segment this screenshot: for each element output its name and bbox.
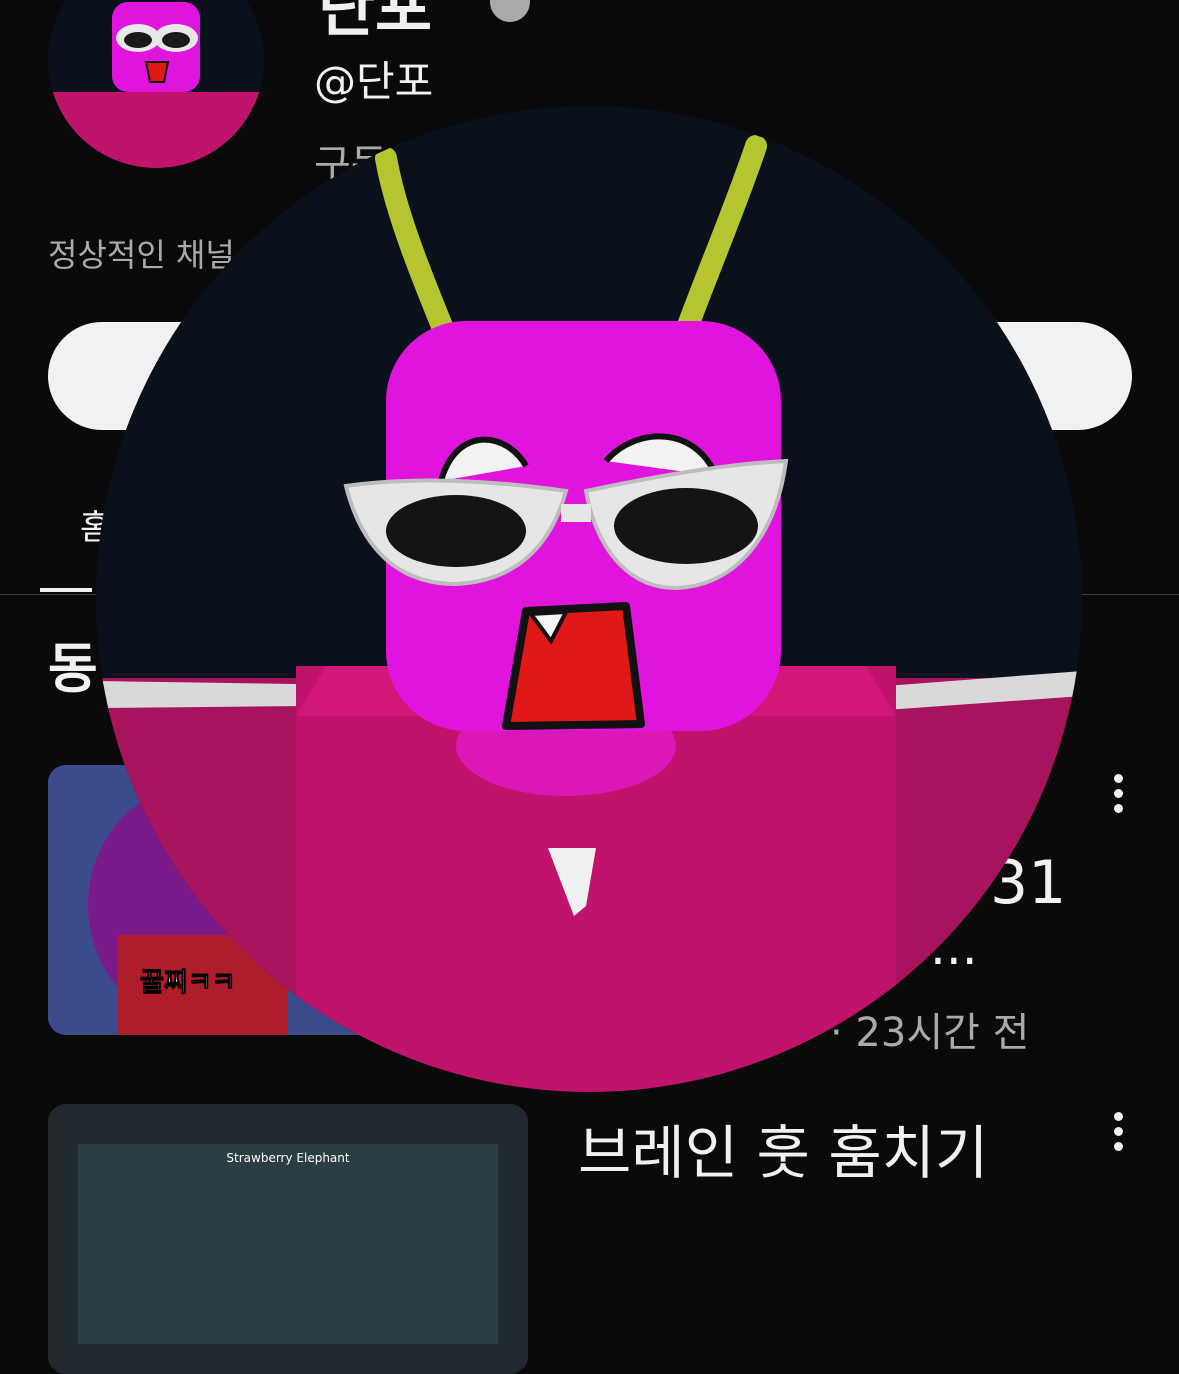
channel-handle: @단포 bbox=[314, 57, 434, 106]
thumbnail-image: Strawberry Elephant bbox=[48, 1104, 528, 1374]
channel-name: 단포 bbox=[318, 0, 433, 45]
channel-description[interactable]: 정상적인 채널 bbox=[48, 230, 235, 276]
avatar-image bbox=[48, 0, 264, 168]
thumbnail-caption: 꿀찌ㅋㅋ bbox=[140, 968, 236, 998]
video-thumbnail[interactable]: Strawberry Elephant bbox=[48, 1104, 528, 1374]
profile-picture-preview[interactable] bbox=[96, 106, 1082, 1092]
channel-avatar-large-icon bbox=[96, 106, 1082, 1092]
more-options-icon[interactable] bbox=[1110, 1112, 1126, 1157]
verified-badge-icon bbox=[490, 0, 530, 22]
channel-avatar[interactable] bbox=[48, 0, 264, 168]
video-title[interactable]: 브레인 훗 훔치기 bbox=[578, 1106, 988, 1190]
more-options-icon[interactable] bbox=[1110, 774, 1126, 819]
thumbnail-caption: Strawberry Elephant bbox=[226, 1151, 349, 1165]
section-title: 동 bbox=[48, 637, 98, 700]
tab-selected-indicator bbox=[40, 588, 92, 592]
